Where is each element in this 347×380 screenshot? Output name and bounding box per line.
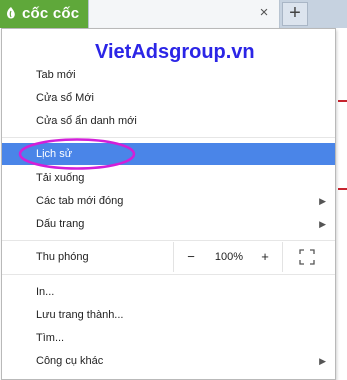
menu-item-label: Dấu trang [36,218,85,230]
menu-separator [2,274,335,275]
browser-main-menu: VietAdsgroup.vn Tab mới Cửa sổ Mới Cửa s… [1,28,336,380]
zoom-in-button[interactable]: + [254,242,276,272]
close-tab-icon[interactable]: × [257,5,271,20]
menu-separator [2,240,335,241]
menu-item-incognito-window[interactable]: Cửa sổ ẩn danh mới [2,110,335,132]
menu-item-new-window[interactable]: Cửa sổ Mới [2,87,335,109]
zoom-out-button[interactable]: − [180,242,202,272]
menu-separator [2,137,335,138]
fullscreen-icon[interactable] [299,249,315,265]
menu-item-label: Lịch sử [36,148,73,160]
menu-item-label: Công cụ khác [36,355,104,367]
submenu-arrow-icon: ▶ [319,196,326,206]
watermark-text: VietAdsgroup.vn [95,41,255,63]
menu-item-downloads[interactable]: Tải xuống [2,167,335,189]
menu-item-label: Tải xuống [36,172,85,184]
menu-item-bookmarks[interactable]: Dấu trang ▶ [2,213,335,235]
logo-text: cốc cốc [22,5,80,22]
new-tab-button[interactable]: + [282,2,308,26]
page-fragment [338,188,347,190]
menu-item-label: Cửa sổ ẩn danh mới [36,115,137,127]
menu-item-history[interactable]: Lịch sử [2,143,335,165]
menu-item-label: Lưu trang thành... [36,309,124,321]
coccoc-logo[interactable]: cốc cốc [0,0,88,28]
zoom-level: 100% [214,251,244,263]
menu-item-recently-closed-tabs[interactable]: Các tab mới đóng ▶ [2,190,335,212]
zoom-label: Thu phóng [36,251,89,263]
menu-item-label: Cửa sổ Mới [36,92,94,104]
page-background [336,28,347,380]
menu-item-label: In... [36,286,55,298]
zoom-controls: − 100% + [173,242,283,272]
menu-item-print[interactable]: In... [2,281,335,303]
zoom-row: Thu phóng − 100% + [2,242,335,272]
menu-item-label: Tìm... [36,332,65,344]
menu-item-save-page[interactable]: Lưu trang thành... [2,304,335,326]
menu-item-find[interactable]: Tìm... [2,327,335,349]
menu-item-more-tools[interactable]: Công cụ khác ▶ [2,350,335,372]
menu-item-new-tab[interactable]: Tab mới [2,64,335,86]
menu-item-label: Các tab mới đóng [36,195,124,207]
submenu-arrow-icon: ▶ [319,219,326,229]
menu-item-label: Tab mới [36,69,76,81]
page-fragment [338,100,347,102]
browser-tab[interactable]: × [88,0,280,28]
coccoc-logo-icon [7,7,15,19]
submenu-arrow-icon: ▶ [319,356,326,366]
